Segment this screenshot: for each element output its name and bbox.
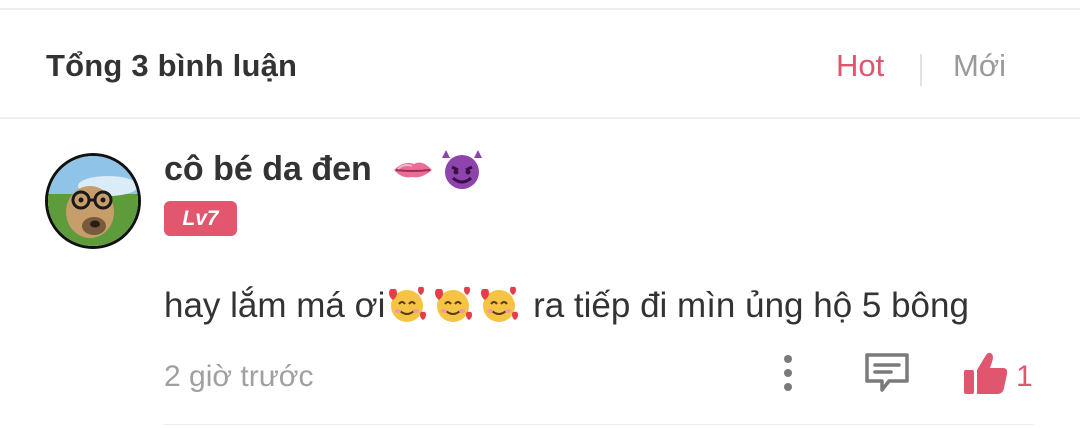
- comment-text: hay lắm má ơi ra tiếp đi mìn ủng hộ 5 bô…: [164, 285, 969, 326]
- avatar[interactable]: [45, 153, 141, 249]
- comment-text-before: hay lắm má ơi: [164, 286, 386, 325]
- comment-timestamp: 2 giờ trước: [164, 360, 314, 393]
- smiling-face-with-hearts-emoji: [435, 286, 473, 322]
- like-button[interactable]: [960, 350, 1010, 396]
- comment-text-after: ra tiếp đi mìn ủng hộ 5 bông: [523, 286, 969, 325]
- lips-emoji: [394, 162, 432, 178]
- comments-header: Tổng 3 bình luận Hot Mới: [0, 10, 1080, 118]
- smiling-devil-emoji: [442, 150, 482, 189]
- comment-divider: [164, 424, 1034, 425]
- smiling-face-with-hearts-emoji: [389, 286, 427, 322]
- username[interactable]: cô bé da đen: [164, 150, 372, 189]
- tab-hot[interactable]: Hot: [836, 48, 884, 84]
- more-vertical-icon: [784, 355, 792, 391]
- username-emojis: [394, 150, 482, 189]
- header-divider: [0, 117, 1080, 119]
- more-options-button[interactable]: [776, 350, 800, 396]
- thumbs-up-icon: [964, 352, 1008, 394]
- comment-bubble-icon: [865, 353, 909, 392]
- tab-new[interactable]: Mới: [953, 48, 1006, 84]
- level-badge: Lv7: [164, 201, 237, 236]
- smiling-face-with-hearts-emoji: [481, 286, 519, 322]
- reply-button[interactable]: [862, 350, 912, 396]
- comments-count-title: Tổng 3 bình luận: [46, 48, 298, 83]
- tab-separator: [920, 54, 922, 86]
- like-count: 1: [1016, 360, 1033, 393]
- avatar-image: [48, 156, 138, 246]
